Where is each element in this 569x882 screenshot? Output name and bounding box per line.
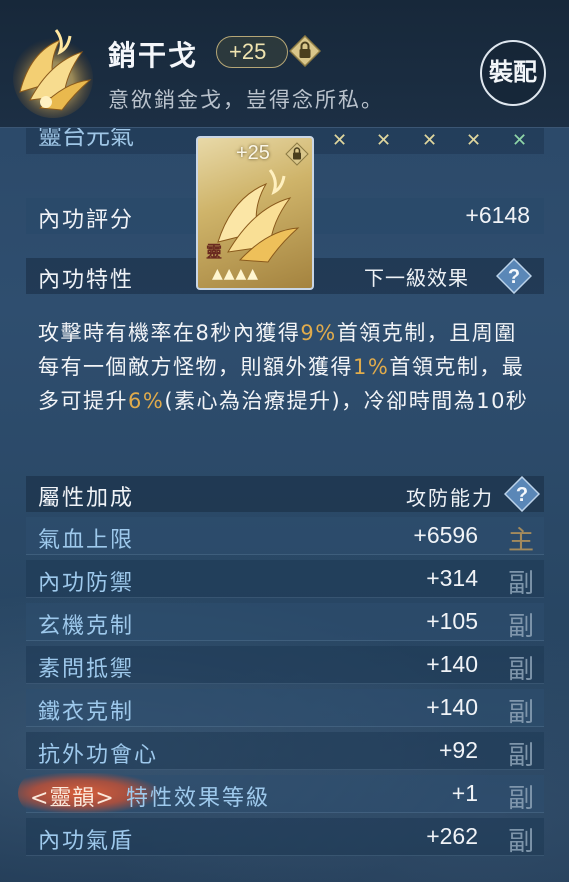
lingyun-prefix: <靈韻> — [30, 786, 115, 811]
next-level-effect-link[interactable]: 下一級效果 — [364, 262, 469, 291]
card-level: +25 — [236, 142, 270, 164]
attribute-row: 抗外功會心 +92 副 — [26, 732, 544, 771]
svg-text:?: ? — [516, 484, 528, 506]
trait-label: 內功特性 — [38, 268, 135, 293]
star-icon: ✕ — [376, 130, 392, 151]
desc-highlight: 1% — [353, 355, 390, 379]
attribute-type-tag: 副 — [507, 569, 534, 599]
attribute-type-tag: 副 — [507, 784, 534, 814]
star-icon: ✕ — [512, 130, 528, 151]
help-icon[interactable]: ? — [504, 476, 540, 512]
rating-value: +6148 — [465, 202, 530, 228]
combat-power-label: 攻防能力 — [406, 486, 494, 510]
spirit-tag: 靈 — [206, 242, 223, 261]
attribute-name: 素問抵禦 — [38, 657, 135, 682]
attribute-name: 特性效果等級 — [126, 786, 271, 811]
cut-off-label: 靈台元氣 — [38, 128, 134, 150]
trait-description: 攻擊時有機率在8秒內獲得9%首領克制，且周圍每有一個敵方怪物，則額外獲得1%首領… — [38, 316, 538, 418]
attribute-type-tag: 主 — [507, 526, 534, 556]
flavor-text: 意欲銷金戈，豈得念所私。 — [108, 88, 384, 112]
attribute-value: +140 — [426, 694, 478, 720]
svg-text:?: ? — [508, 266, 520, 288]
attribute-name: 鐵衣克制 — [38, 700, 135, 725]
attribute-row: 氣血上限 +6596 主 — [26, 517, 544, 556]
attribute-name: 內功氣盾 — [38, 829, 135, 854]
desc-text: (素心為治療提升)，冷卻時間為10秒 — [164, 389, 529, 413]
item-card[interactable]: +25 靈 ▲▲▲▲ — [196, 136, 314, 290]
desc-text: 攻擊時有機率在8秒內獲得 — [38, 321, 301, 345]
attribute-type-tag: 副 — [507, 612, 534, 642]
item-header: 銷干戈 +25 意欲銷金戈，豈得念所私。 裝配 — [0, 0, 569, 128]
attribute-value: +140 — [426, 651, 478, 677]
desc-highlight: 6% — [128, 389, 165, 413]
lock-icon[interactable] — [289, 35, 321, 67]
attribute-value: +314 — [426, 565, 478, 591]
star-icon: ✕ — [332, 130, 348, 151]
attribute-row: 內功防禦 +314 副 — [26, 560, 544, 599]
attribute-name: 氣血上限 — [38, 528, 135, 553]
lock-icon — [285, 142, 309, 166]
star-icon: ✕ — [466, 130, 482, 151]
rating-label: 內功評分 — [38, 208, 135, 233]
attribute-type-tag: 副 — [507, 698, 534, 728]
card-stars: ▲▲▲▲ — [212, 266, 260, 282]
attribute-type-tag: 副 — [507, 741, 534, 771]
attribute-value: +262 — [426, 823, 478, 849]
attribute-type-tag: 副 — [507, 827, 534, 857]
equip-button[interactable]: 裝配 — [480, 40, 546, 106]
item-name: 銷干戈 — [108, 39, 199, 72]
attribute-name: 抗外功會心 — [38, 743, 159, 768]
attributes-header: 屬性加成 攻防能力 — [26, 476, 544, 512]
help-icon[interactable]: ? — [496, 258, 532, 294]
attribute-value: +1 — [451, 780, 478, 806]
golden-feather-fan-icon — [217, 169, 300, 263]
attribute-type-tag: 副 — [507, 655, 534, 685]
attribute-row: 玄機克制 +105 副 — [26, 603, 544, 642]
attribute-row: 內功氣盾 +262 副 — [26, 818, 544, 857]
desc-highlight: 9% — [300, 321, 337, 345]
attribute-row: 鐵衣克制 +140 副 — [26, 689, 544, 728]
attribute-name: 玄機克制 — [38, 614, 135, 639]
attributes-title: 屬性加成 — [38, 486, 135, 511]
star-icon: ✕ — [422, 130, 438, 151]
golden-feather-fan-icon — [13, 29, 93, 118]
attribute-value: +105 — [426, 608, 478, 634]
attribute-value: +92 — [438, 737, 478, 763]
enhance-level-badge: +25 — [216, 36, 288, 68]
attribute-name: 內功防禦 — [38, 571, 135, 596]
attribute-row-lingyun: <靈韻> 特性效果等級 +1 副 — [18, 773, 544, 814]
attribute-value: +6596 — [413, 522, 478, 548]
attribute-row: 素問抵禦 +140 副 — [26, 646, 544, 685]
